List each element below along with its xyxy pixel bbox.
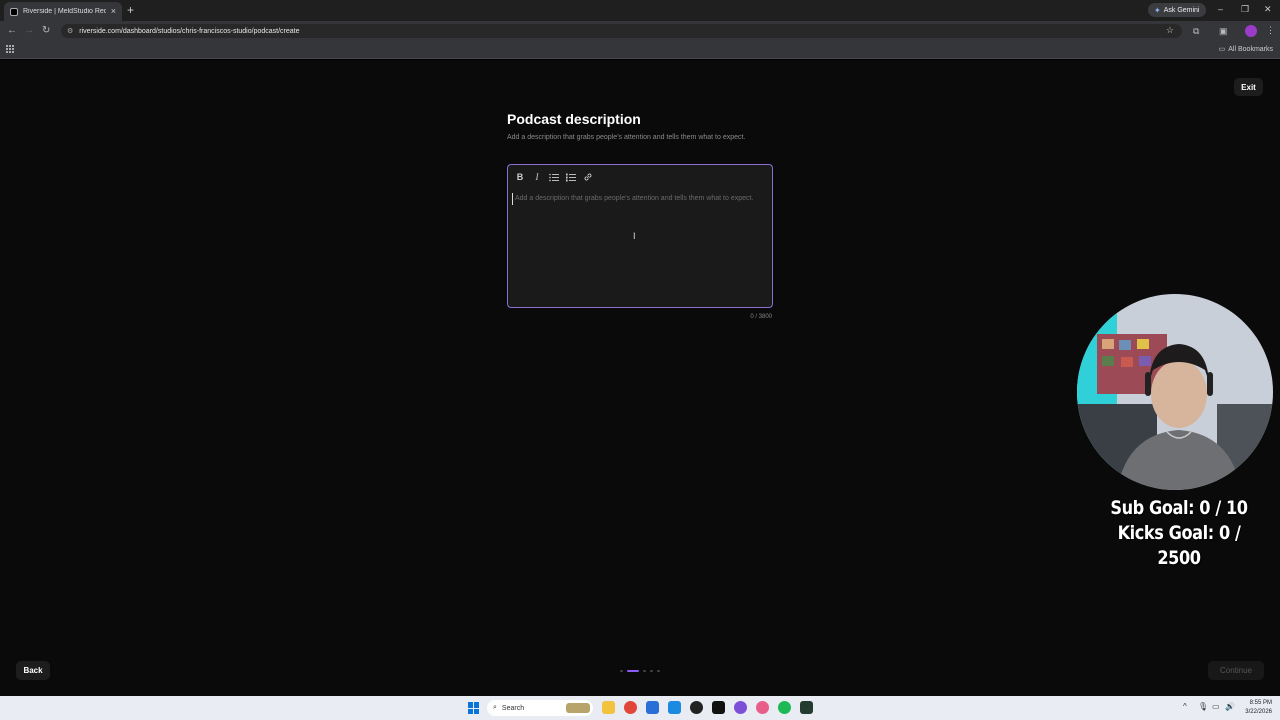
continue-button[interactable]: Continue <box>1208 661 1264 680</box>
tiktok-icon[interactable] <box>712 701 725 714</box>
taskbar-search[interactable]: ⌕ Search <box>487 700 593 716</box>
step-dot <box>650 670 653 672</box>
link-icon <box>584 173 592 181</box>
italic-button[interactable]: I <box>532 171 542 183</box>
page-title: Podcast description <box>507 111 641 127</box>
webcam-overlay <box>1077 294 1273 490</box>
bullet-list-icon <box>549 173 559 181</box>
bookmarks-bar: ▭ All Bookmarks <box>0 41 1280 59</box>
bookmark-star-icon[interactable]: ☆ <box>1166 25 1174 36</box>
address-bar-row: ← → ↻ ⚙ riverside.com/dashboard/studios/… <box>0 21 1280 41</box>
riverside-favicon-icon <box>10 7 18 16</box>
profile-avatar[interactable] <box>1245 25 1257 37</box>
clock-date: 3/22/2026 <box>1245 709 1272 715</box>
network-icon[interactable]: ▭ <box>1212 702 1220 711</box>
taskbar-search-label: Search <box>501 704 525 712</box>
microphone-icon[interactable]: 🎙 <box>1198 702 1208 711</box>
site-info-icon[interactable]: ⚙ <box>67 27 73 35</box>
extensions-icon[interactable]: ⧉ <box>1193 26 1199 36</box>
bold-button[interactable]: B <box>515 171 525 183</box>
editor-toolbar: B I <box>515 171 593 183</box>
forward-arrow-icon[interactable]: → <box>24 25 34 37</box>
clock-time: 8:55 PM <box>1249 700 1272 706</box>
kicks-goal-text: Kicks Goal: 0 / 2500 <box>1117 522 1241 569</box>
back-arrow-icon[interactable]: ← <box>7 25 17 37</box>
description-input[interactable]: Add a description that grabs people’s at… <box>512 193 762 205</box>
step-dot-active <box>627 670 639 672</box>
close-window-icon[interactable]: ✕ <box>1264 3 1272 15</box>
chrome-icon[interactable] <box>624 701 637 714</box>
discord-icon[interactable] <box>734 701 747 714</box>
spotify-icon[interactable] <box>778 701 791 714</box>
file-explorer-icon[interactable] <box>602 701 615 714</box>
all-bookmarks-button[interactable]: ▭ All Bookmarks <box>1218 45 1273 54</box>
tab-close-icon[interactable]: × <box>111 7 116 16</box>
all-bookmarks-label: All Bookmarks <box>1228 45 1273 53</box>
description-editor[interactable]: B I Add a description that grabs people’… <box>507 164 773 308</box>
minimize-icon[interactable]: – <box>1218 3 1223 15</box>
gemini-sparkle-icon: ✦ <box>1154 5 1161 15</box>
stream-goals: Sub Goal: 0 / 10 Kicks Goal: 0 / 2500 <box>1107 496 1252 571</box>
numbered-list-icon <box>566 173 576 181</box>
url-text: riverside.com/dashboard/studios/chris-fr… <box>79 27 300 35</box>
sub-goal-text: Sub Goal: 0 / 10 <box>1110 497 1248 519</box>
numbered-list-button[interactable] <box>566 171 576 183</box>
folder-icon: ▭ <box>1218 46 1226 53</box>
tab-title: Riverside | MeldStudio Recordi <box>23 8 106 15</box>
browser-menu-icon[interactable]: ⋮ <box>1266 25 1275 36</box>
url-field[interactable]: ⚙ riverside.com/dashboard/studios/chris-… <box>61 24 1182 38</box>
windows-start-icon[interactable] <box>468 702 480 714</box>
step-dot <box>643 670 646 672</box>
exit-button[interactable]: Exit <box>1234 78 1263 96</box>
step-dot <box>620 670 623 672</box>
new-tab-button[interactable]: + <box>127 3 134 17</box>
search-highlight-image <box>566 703 590 713</box>
apps-grid-icon[interactable] <box>6 45 14 53</box>
terminal-icon[interactable] <box>800 701 813 714</box>
browser-tab[interactable]: Riverside | MeldStudio Recordi × <box>4 2 122 21</box>
step-progress <box>620 670 660 672</box>
side-panel-icon[interactable]: ▣ <box>1219 26 1228 36</box>
windows-taskbar: ⌕ Search ^ 🎙 ▭ 🔊 8:55 PM 3/22/2026 <box>0 696 1280 720</box>
app-icon-store[interactable] <box>668 701 681 714</box>
restore-icon[interactable]: ❐ <box>1241 3 1249 15</box>
character-counter: 0 / 3800 <box>750 314 772 320</box>
obs-icon[interactable] <box>690 701 703 714</box>
tray-overflow-icon[interactable]: ^ <box>1183 702 1187 711</box>
webcam-feed-image <box>1077 294 1273 490</box>
ask-gemini-button[interactable]: ✦ Ask Gemini <box>1148 3 1206 17</box>
back-button[interactable]: Back <box>16 661 50 680</box>
app-icon-blue[interactable] <box>646 701 659 714</box>
link-button[interactable] <box>583 171 593 183</box>
page-subtitle: Add a description that grabs people’s at… <box>507 134 746 141</box>
description-placeholder: Add a description that grabs people’s at… <box>515 195 754 202</box>
text-cursor-icon: I <box>633 231 636 241</box>
volume-icon[interactable]: 🔊 <box>1225 702 1235 711</box>
podcast-app-icon[interactable] <box>756 701 769 714</box>
bullet-list-button[interactable] <box>549 171 559 183</box>
step-dot <box>657 670 660 672</box>
browser-tab-bar: Riverside | MeldStudio Recordi × + ✦ Ask… <box>0 0 1280 21</box>
ask-gemini-label: Ask Gemini <box>1163 6 1200 14</box>
reload-icon[interactable]: ↻ <box>42 25 50 37</box>
taskbar-clock[interactable]: 8:55 PM 3/22/2026 <box>1240 699 1272 717</box>
search-icon: ⌕ <box>493 704 497 711</box>
